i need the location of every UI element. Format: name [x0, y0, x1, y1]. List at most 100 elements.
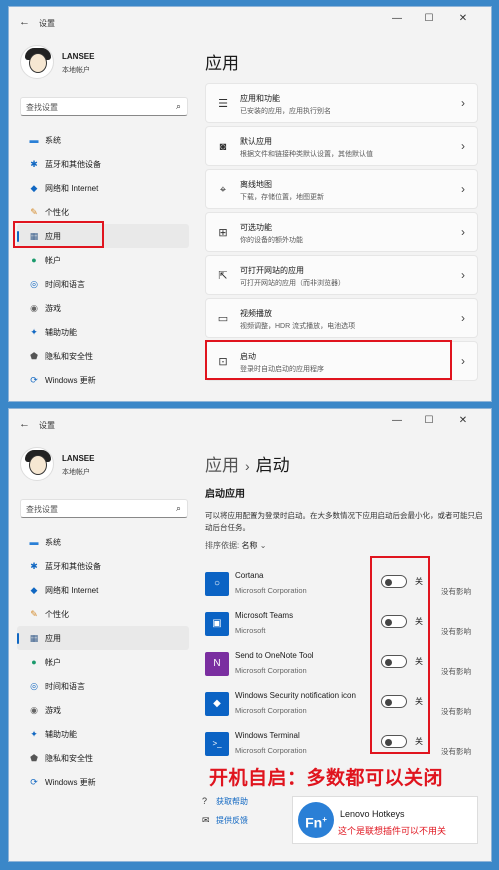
breadcrumb: 应用 › 启动	[205, 451, 290, 476]
user-name: LANSEE	[62, 454, 95, 463]
startup-app-row: ▣ Microsoft Teams Microsoft 关 没有影响	[205, 605, 485, 645]
sort-dropdown[interactable]: 排序依据: 名称 ⌄	[205, 540, 266, 551]
globe-icon: ◎	[30, 681, 38, 691]
chevron-right-icon: ›	[461, 139, 465, 153]
shield-icon: ⬟	[30, 351, 38, 361]
accessibility-icon: ✦	[30, 729, 38, 739]
card-apps-for-websites[interactable]: ⇱ 可打开网站的应用 可打开网站的应用（而非浏览器） ›	[205, 255, 478, 295]
sidebar-item-apps[interactable]: ▦ 应用	[17, 626, 189, 650]
terminal-icon: >_	[205, 732, 229, 756]
window-title: 设置	[39, 19, 55, 28]
sidebar-item-privacy[interactable]: ⬟ 隐私和安全性	[17, 746, 189, 770]
sidebar-item-gaming[interactable]: ◉ 游戏	[17, 698, 189, 722]
search-icon: ⌕	[175, 101, 181, 111]
breadcrumb-separator: ›	[245, 458, 250, 474]
sidebar-item-system[interactable]: ▬ 系统	[17, 128, 189, 152]
startup-description: 可以将应用配置为登录时启动。在大多数情况下应用启动后会最小化，或者可能只启动后台…	[205, 511, 483, 532]
sidebar-item-time-language[interactable]: ◎ 时间和语言	[17, 674, 189, 698]
close-button[interactable]: ✕	[453, 13, 473, 24]
brush-icon: ✎	[30, 207, 38, 217]
search-input[interactable]: 查找设置 ⌕	[20, 499, 188, 518]
sidebar-item-accessibility[interactable]: ✦ 辅助功能	[17, 320, 189, 344]
lenovo-hotkeys-callout: Fn+ Lenovo Hotkeys 这个是联想插件可以不用关	[292, 796, 478, 844]
section-heading: 启动应用	[205, 489, 245, 500]
maximize-button[interactable]: ☐	[419, 13, 439, 24]
monitor-icon: ▬	[29, 537, 39, 547]
user-account-type: 本地帐户	[62, 67, 90, 74]
card-optional-features[interactable]: ⊞ 可选功能 你的设备的额外功能 ›	[205, 212, 478, 252]
minimize-button[interactable]: —	[387, 13, 407, 24]
user-profile[interactable]: LANSEE 本地帐户	[20, 447, 190, 481]
update-icon: ⟳	[30, 375, 38, 385]
sidebar-item-accounts[interactable]: ● 帐户	[17, 248, 189, 272]
sidebar-item-windows-update[interactable]: ⟳ Windows 更新	[17, 770, 189, 794]
brush-icon: ✎	[30, 609, 38, 619]
chevron-down-icon: ⌄	[259, 541, 267, 550]
card-offline-maps[interactable]: ⌖ 离线地图 下载，存储位置，地图更新 ›	[205, 169, 478, 209]
close-button[interactable]: ✕	[453, 415, 473, 426]
sidebar-nav: ▬ 系统 ✱ 蓝牙和其他设备 ◆ 网络和 Internet ✎ 个性化 ▦ 应用 ● 帐户 …	[17, 530, 189, 794]
lenovo-note: 这个是联想插件可以不用关	[338, 826, 447, 836]
sidebar-item-gaming[interactable]: ◉ 游戏	[17, 296, 189, 320]
sidebar-item-accessibility[interactable]: ✦ 辅助功能	[17, 722, 189, 746]
search-input[interactable]: 查找设置 ⌕	[20, 97, 188, 116]
sort-label: 排序依据:	[205, 541, 240, 550]
window-title: 设置	[39, 421, 55, 430]
sidebar-item-time-language[interactable]: ◎ 时间和语言	[17, 272, 189, 296]
onenote-icon: N	[205, 652, 229, 676]
video-icon: ▭	[217, 313, 229, 325]
sidebar-item-network[interactable]: ◆ 网络和 Internet	[17, 176, 189, 200]
give-feedback-link[interactable]: ✉ 提供反馈	[202, 815, 248, 826]
chevron-right-icon: ›	[461, 311, 465, 325]
map-icon: ⌖	[219, 184, 227, 196]
sidebar-item-personalization[interactable]: ✎ 个性化	[17, 602, 189, 626]
breadcrumb-parent[interactable]: 应用	[205, 456, 239, 475]
user-profile[interactable]: LANSEE 本地帐户	[20, 45, 190, 79]
fn-icon: Fn+	[298, 802, 334, 838]
windows-security-icon: ◆	[205, 692, 229, 716]
avatar	[20, 45, 54, 79]
sidebar-item-privacy[interactable]: ⬟ 隐私和安全性	[17, 344, 189, 368]
gamepad-icon: ◉	[30, 705, 38, 715]
startup-app-row: >_ Windows Terminal Microsoft Corporatio…	[205, 725, 485, 765]
chevron-right-icon: ›	[461, 96, 465, 110]
highlight-box-startup-card	[205, 340, 452, 380]
open-link-icon: ⇱	[218, 270, 228, 282]
user-name: LANSEE	[62, 52, 95, 61]
back-arrow-icon[interactable]: ←	[19, 418, 30, 430]
lenovo-title: Lenovo Hotkeys	[340, 809, 405, 819]
sidebar-item-system[interactable]: ▬ 系统	[17, 530, 189, 554]
plus-grid-icon: ⊞	[218, 227, 228, 239]
wifi-icon: ◆	[30, 585, 38, 595]
card-video-playback[interactable]: ▭ 视频播放 视频调整，HDR 流式播放，电池选项 ›	[205, 298, 478, 338]
maximize-button[interactable]: ☐	[419, 415, 439, 426]
highlight-box-toggles	[370, 556, 430, 754]
sort-value: 名称	[241, 541, 258, 550]
page-title: 启动	[255, 456, 290, 475]
card-default-apps[interactable]: ◙ 默认应用 根据文件和链接种类默认设置，其他默认值 ›	[205, 126, 478, 166]
person-icon: ●	[31, 255, 37, 265]
title-bar: ← 设置 — ☐ ✕	[9, 409, 491, 439]
chevron-right-icon: ›	[461, 182, 465, 196]
sidebar-item-network[interactable]: ◆ 网络和 Internet	[17, 578, 189, 602]
startup-app-row: N Send to OneNote Tool Microsoft Corpora…	[205, 645, 485, 685]
minimize-button[interactable]: —	[387, 415, 407, 426]
user-account-type: 本地帐户	[62, 469, 90, 476]
startup-app-row: ○ Cortana Microsoft Corporation 关 没有影响	[205, 565, 485, 605]
help-icon: ?	[202, 796, 208, 806]
list-icon: ☰	[218, 98, 228, 110]
get-help-link[interactable]: ? 获取帮助	[202, 796, 248, 807]
sidebar-item-windows-update[interactable]: ⟳ Windows 更新	[17, 368, 189, 392]
sidebar-item-bluetooth[interactable]: ✱ 蓝牙和其他设备	[17, 554, 189, 578]
wifi-icon: ◆	[30, 183, 38, 193]
card-apps-features[interactable]: ☰ 应用和功能 已安装的应用，应用执行别名 ›	[205, 83, 478, 123]
title-bar: ← 设置 — ☐ ✕	[9, 7, 491, 37]
search-placeholder: 查找设置	[26, 505, 58, 514]
annotation-text: 开机自启：多数都可以关闭	[209, 768, 444, 789]
search-icon: ⌕	[175, 503, 181, 513]
back-arrow-icon[interactable]: ←	[19, 16, 30, 28]
teams-icon: ▣	[205, 612, 229, 636]
sidebar-item-bluetooth[interactable]: ✱ 蓝牙和其他设备	[17, 152, 189, 176]
globe-icon: ◎	[30, 279, 38, 289]
sidebar-item-accounts[interactable]: ● 帐户	[17, 650, 189, 674]
